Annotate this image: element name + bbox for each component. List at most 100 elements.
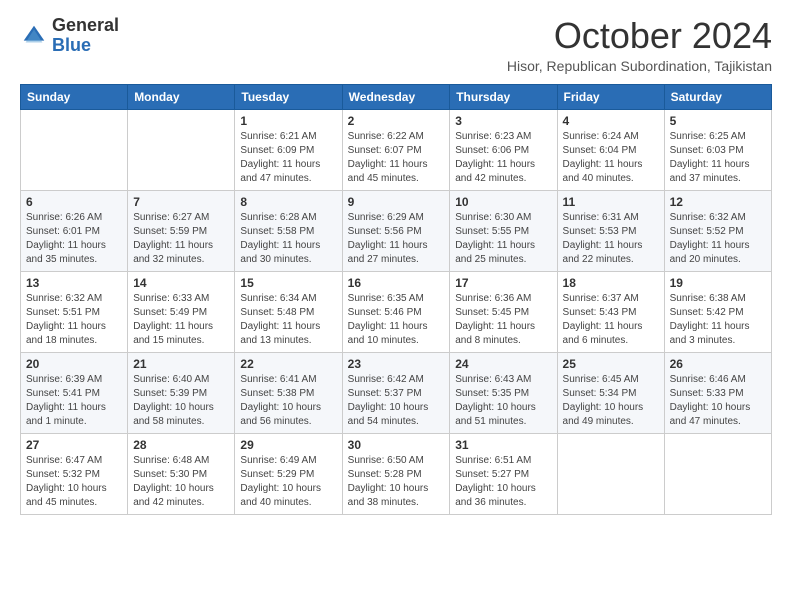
logo-general: General — [52, 16, 119, 36]
calendar-week: 13 Sunrise: 6:32 AM Sunset: 5:51 PM Dayli… — [21, 271, 772, 352]
day-info: Sunrise: 6:35 AM Sunset: 5:46 PM Dayligh… — [348, 292, 445, 348]
day-info: Sunrise: 6:34 AM Sunset: 5:48 PM Dayligh… — [240, 292, 336, 348]
day-number: 26 — [670, 357, 766, 371]
day-number: 9 — [348, 195, 445, 209]
day-info: Sunrise: 6:42 AM Sunset: 5:37 PM Dayligh… — [348, 373, 445, 429]
calendar-cell: 5Sunrise: 6:25 AM Sunset: 6:03 PM Daylig… — [664, 109, 771, 190]
day-info: Sunrise: 6:26 AM Sunset: 6:01 PM Dayligh… — [26, 211, 122, 267]
day-number: 23 — [348, 357, 445, 371]
weekday-header: Saturday — [664, 84, 771, 109]
day-number: 11 — [563, 195, 659, 209]
calendar-cell: 19 Sunrise: 6:38 AM Sunset: 5:42 PM Dayli… — [664, 271, 771, 352]
day-info: Sunrise: 6:50 AM Sunset: 5:28 PM Dayligh… — [348, 454, 445, 510]
day-number: 3 — [455, 114, 551, 128]
day-info: Sunrise: 6:23 AM Sunset: 6:06 PM Dayligh… — [455, 130, 551, 186]
day-number: 20 — [26, 357, 122, 371]
day-number: 5 — [670, 114, 766, 128]
calendar-cell: 8 Sunrise: 6:28 AM Sunset: 5:58 PM Daylig… — [235, 190, 342, 271]
day-info: Sunrise: 6:37 AM Sunset: 5:43 PM Dayligh… — [563, 292, 659, 348]
day-number: 30 — [348, 438, 445, 452]
calendar-header: SundayMondayTuesdayWednesdayThursdayFrid… — [21, 84, 772, 109]
day-number: 14 — [133, 276, 229, 290]
calendar-cell: 30 Sunrise: 6:50 AM Sunset: 5:28 PM Dayli… — [342, 433, 450, 514]
logo-text: General Blue — [52, 16, 119, 56]
day-info: Sunrise: 6:29 AM Sunset: 5:56 PM Dayligh… — [348, 211, 445, 267]
day-info: Sunrise: 6:49 AM Sunset: 5:29 PM Dayligh… — [240, 454, 336, 510]
day-number: 19 — [670, 276, 766, 290]
header: General Blue October 2024 Hisor, Republi… — [20, 16, 772, 74]
page: General Blue October 2024 Hisor, Republi… — [0, 0, 792, 525]
calendar-cell — [128, 109, 235, 190]
calendar-cell: 25 Sunrise: 6:45 AM Sunset: 5:34 PM Dayli… — [557, 352, 664, 433]
day-number: 12 — [670, 195, 766, 209]
day-info: Sunrise: 6:32 AM Sunset: 5:51 PM Dayligh… — [26, 292, 122, 348]
day-number: 18 — [563, 276, 659, 290]
day-number: 27 — [26, 438, 122, 452]
weekday-row: SundayMondayTuesdayWednesdayThursdayFrid… — [21, 84, 772, 109]
day-info: Sunrise: 6:33 AM Sunset: 5:49 PM Dayligh… — [133, 292, 229, 348]
calendar-week: 6 Sunrise: 6:26 AM Sunset: 6:01 PM Daylig… — [21, 190, 772, 271]
calendar-cell: 7Sunrise: 6:27 AM Sunset: 5:59 PM Daylig… — [128, 190, 235, 271]
logo-icon — [20, 22, 48, 50]
calendar-cell — [664, 433, 771, 514]
day-info: Sunrise: 6:22 AM Sunset: 6:07 PM Dayligh… — [348, 130, 445, 186]
day-info: Sunrise: 6:43 AM Sunset: 5:35 PM Dayligh… — [455, 373, 551, 429]
subtitle: Hisor, Republican Subordination, Tajikis… — [507, 58, 772, 74]
day-info: Sunrise: 6:30 AM Sunset: 5:55 PM Dayligh… — [455, 211, 551, 267]
day-number: 1 — [240, 114, 336, 128]
calendar-cell: 24 Sunrise: 6:43 AM Sunset: 5:35 PM Dayli… — [450, 352, 557, 433]
day-info: Sunrise: 6:38 AM Sunset: 5:42 PM Dayligh… — [670, 292, 766, 348]
day-number: 10 — [455, 195, 551, 209]
month-title: October 2024 — [507, 16, 772, 56]
calendar-cell: 18 Sunrise: 6:37 AM Sunset: 5:43 PM Dayli… — [557, 271, 664, 352]
day-number: 2 — [348, 114, 445, 128]
day-number: 21 — [133, 357, 229, 371]
weekday-header: Thursday — [450, 84, 557, 109]
calendar-cell: 15 Sunrise: 6:34 AM Sunset: 5:48 PM Dayli… — [235, 271, 342, 352]
day-number: 16 — [348, 276, 445, 290]
calendar-cell: 12 Sunrise: 6:32 AM Sunset: 5:52 PM Dayli… — [664, 190, 771, 271]
calendar-body: 1 Sunrise: 6:21 AM Sunset: 6:09 PM Daylig… — [21, 109, 772, 514]
day-info: Sunrise: 6:41 AM Sunset: 5:38 PM Dayligh… — [240, 373, 336, 429]
day-number: 31 — [455, 438, 551, 452]
day-info: Sunrise: 6:47 AM Sunset: 5:32 PM Dayligh… — [26, 454, 122, 510]
calendar-cell: 14 Sunrise: 6:33 AM Sunset: 5:49 PM Dayli… — [128, 271, 235, 352]
day-number: 13 — [26, 276, 122, 290]
day-info: Sunrise: 6:21 AM Sunset: 6:09 PM Dayligh… — [240, 130, 336, 186]
calendar-cell: 29 Sunrise: 6:49 AM Sunset: 5:29 PM Dayli… — [235, 433, 342, 514]
day-info: Sunrise: 6:46 AM Sunset: 5:33 PM Dayligh… — [670, 373, 766, 429]
day-number: 24 — [455, 357, 551, 371]
weekday-header: Monday — [128, 84, 235, 109]
weekday-header: Tuesday — [235, 84, 342, 109]
day-number: 22 — [240, 357, 336, 371]
title-area: October 2024 Hisor, Republican Subordina… — [507, 16, 772, 74]
calendar-cell: 6 Sunrise: 6:26 AM Sunset: 6:01 PM Daylig… — [21, 190, 128, 271]
weekday-header: Sunday — [21, 84, 128, 109]
calendar-cell: 17Sunrise: 6:36 AM Sunset: 5:45 PM Dayli… — [450, 271, 557, 352]
calendar-cell: 16 Sunrise: 6:35 AM Sunset: 5:46 PM Dayli… — [342, 271, 450, 352]
day-number: 8 — [240, 195, 336, 209]
day-number: 7 — [133, 195, 229, 209]
day-number: 25 — [563, 357, 659, 371]
day-info: Sunrise: 6:51 AM Sunset: 5:27 PM Dayligh… — [455, 454, 551, 510]
logo-blue: Blue — [52, 36, 119, 56]
calendar-cell: 3 Sunrise: 6:23 AM Sunset: 6:06 PM Daylig… — [450, 109, 557, 190]
day-info: Sunrise: 6:40 AM Sunset: 5:39 PM Dayligh… — [133, 373, 229, 429]
calendar-cell: 4Sunrise: 6:24 AM Sunset: 6:04 PM Daylig… — [557, 109, 664, 190]
day-info: Sunrise: 6:32 AM Sunset: 5:52 PM Dayligh… — [670, 211, 766, 267]
calendar-cell: 27 Sunrise: 6:47 AM Sunset: 5:32 PM Dayli… — [21, 433, 128, 514]
day-number: 15 — [240, 276, 336, 290]
weekday-header: Wednesday — [342, 84, 450, 109]
day-info: Sunrise: 6:31 AM Sunset: 5:53 PM Dayligh… — [563, 211, 659, 267]
day-info: Sunrise: 6:28 AM Sunset: 5:58 PM Dayligh… — [240, 211, 336, 267]
calendar-cell: 28Sunrise: 6:48 AM Sunset: 5:30 PM Dayli… — [128, 433, 235, 514]
day-info: Sunrise: 6:24 AM Sunset: 6:04 PM Dayligh… — [563, 130, 659, 186]
calendar-cell: 31 Sunrise: 6:51 AM Sunset: 5:27 PM Dayli… — [450, 433, 557, 514]
day-info: Sunrise: 6:45 AM Sunset: 5:34 PM Dayligh… — [563, 373, 659, 429]
calendar-week: 20Sunrise: 6:39 AM Sunset: 5:41 PM Dayli… — [21, 352, 772, 433]
calendar-cell: 26 Sunrise: 6:46 AM Sunset: 5:33 PM Dayli… — [664, 352, 771, 433]
calendar-cell: 10 Sunrise: 6:30 AM Sunset: 5:55 PM Dayli… — [450, 190, 557, 271]
day-number: 6 — [26, 195, 122, 209]
day-number: 29 — [240, 438, 336, 452]
calendar-cell — [21, 109, 128, 190]
